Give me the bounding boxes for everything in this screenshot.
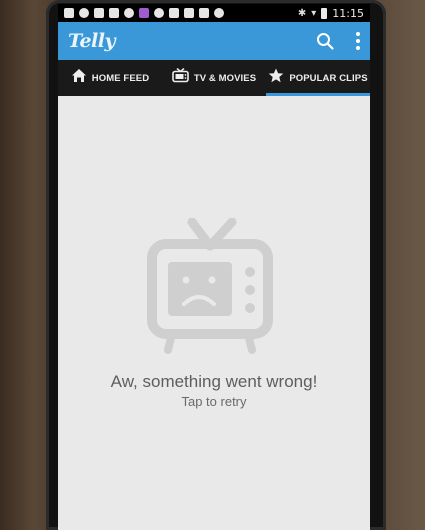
retry-link[interactable]: Tap to retry (58, 394, 370, 409)
image-icon (199, 8, 209, 18)
home-icon (71, 68, 87, 88)
tab-label: POPULAR CLIPS (289, 72, 368, 84)
battery-icon (321, 7, 328, 19)
link-icon (184, 8, 194, 18)
screen: ✱ ▾ 11:15 Telly HOME FEED TV & MOVIES PO… (58, 4, 370, 530)
sad-tv-icon (147, 218, 273, 354)
notification-icon (94, 8, 104, 18)
tab-home-feed[interactable]: HOME FEED (58, 60, 162, 96)
notification-icon (79, 8, 89, 18)
tab-bar: HOME FEED TV & MOVIES POPULAR CLIPS (58, 60, 370, 96)
search-icon[interactable] (316, 32, 334, 50)
bluetooth-icon: ✱ (297, 7, 307, 19)
tab-tv-movies[interactable]: TV & MOVIES (162, 60, 266, 96)
notification-icon (214, 8, 224, 18)
music-icon (139, 8, 149, 18)
star-icon (268, 68, 284, 88)
wifi-icon: ▾ (311, 7, 317, 19)
tab-label: HOME FEED (91, 72, 150, 84)
notification-icon (154, 8, 164, 18)
overflow-menu-icon[interactable] (356, 32, 360, 50)
facebook-icon (169, 8, 179, 18)
phone-icon (109, 8, 119, 18)
tab-label: TV & MOVIES (193, 72, 257, 84)
error-message: Aw, something went wrong! (110, 372, 318, 391)
notification-icon (64, 8, 74, 18)
status-bar: ✱ ▾ 11:15 (58, 4, 370, 22)
clock: 11:15 (332, 6, 364, 20)
error-screen[interactable]: Aw, something went wrong! Tap to retry (58, 96, 370, 530)
app-logo[interactable]: Telly (68, 30, 116, 52)
tab-popular-clips[interactable]: POPULAR CLIPS (266, 60, 370, 96)
app-bar: Telly (58, 22, 370, 60)
moon-icon (124, 8, 134, 18)
tv-icon (172, 67, 189, 88)
